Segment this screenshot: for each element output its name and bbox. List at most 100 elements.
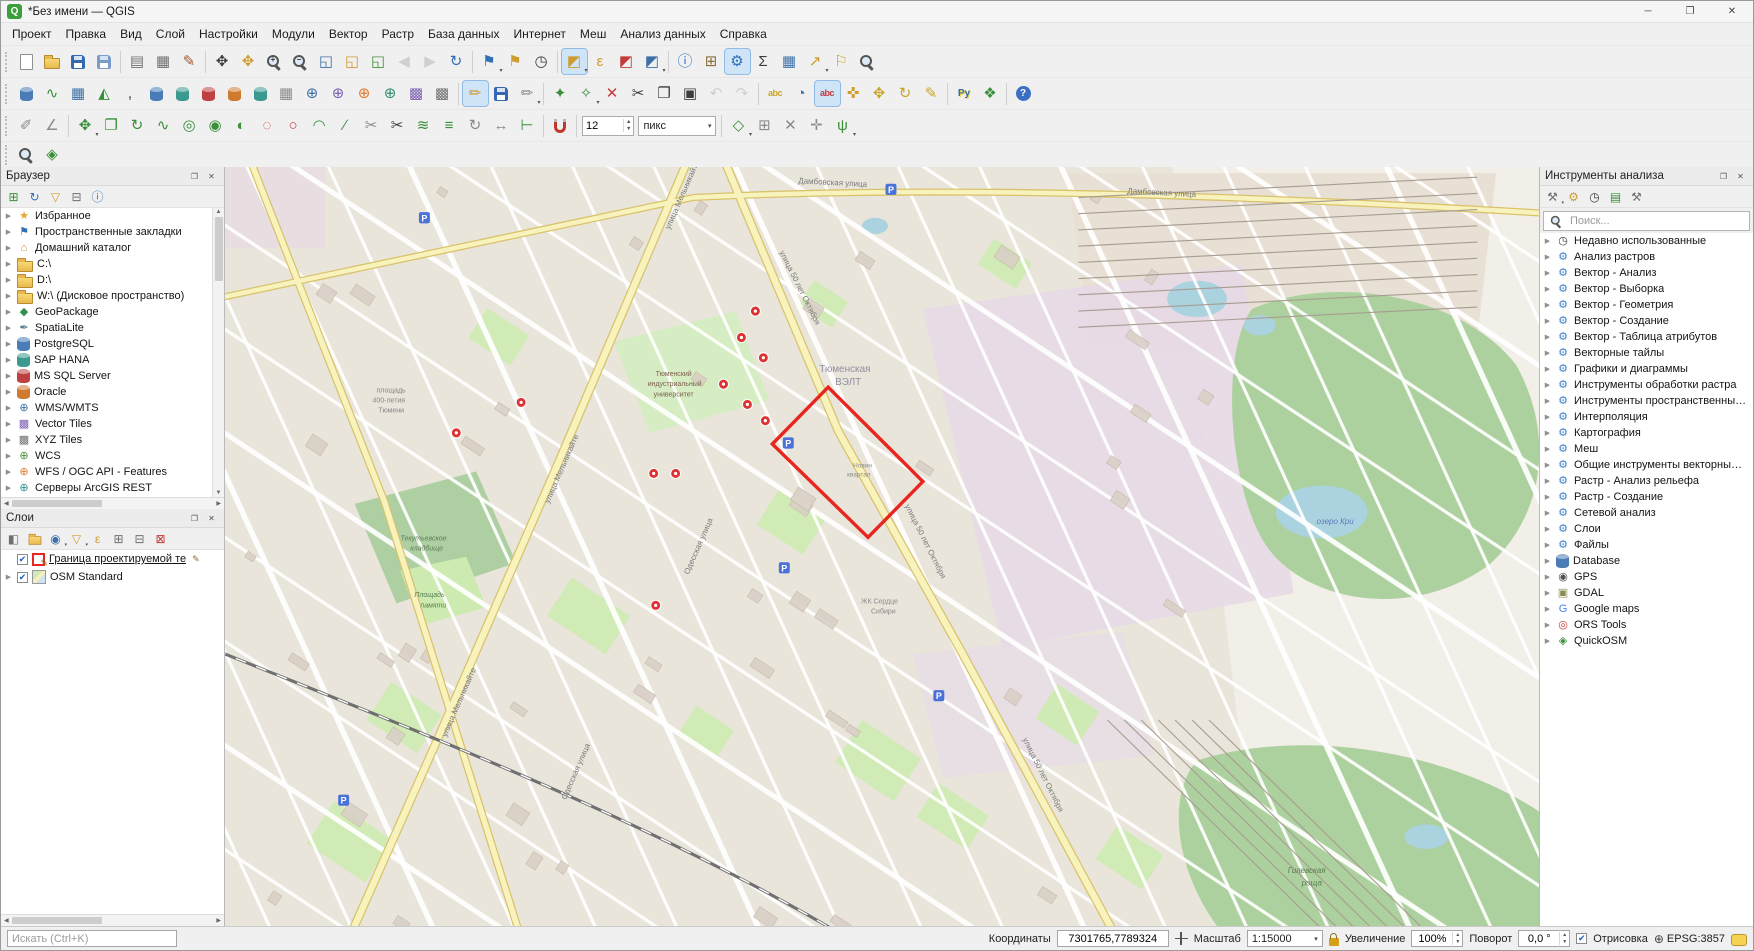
browser-item[interactable]: ▶◆GeoPackage — [1, 304, 212, 320]
processing-group[interactable]: ▶⚙Картография — [1540, 425, 1753, 441]
add-spatialite-layer[interactable] — [170, 81, 195, 106]
processing-options[interactable]: ⚒ — [1627, 187, 1646, 206]
processing-group[interactable]: ▶◉GPS — [1540, 569, 1753, 585]
expander-icon[interactable]: ▶ — [4, 212, 13, 220]
expander-icon[interactable]: ▶ — [1543, 253, 1552, 261]
trim-extend[interactable]: ⊢ — [515, 113, 540, 138]
map-tips[interactable]: ⚐ — [829, 49, 854, 74]
new-print-layout[interactable]: ▤ — [125, 49, 150, 74]
menu-item[interactable]: Анализ данных — [613, 24, 712, 44]
rotate-point-symbols[interactable]: ↻ — [463, 113, 488, 138]
crs-indicator[interactable]: ⊕ EPSG:3857 — [1654, 932, 1725, 946]
field-calculator[interactable]: ⊞ — [699, 49, 724, 74]
expander-icon[interactable]: ▶ — [1543, 445, 1552, 453]
extent-toggle-icon[interactable] — [1175, 932, 1188, 945]
expander-icon[interactable]: ▶ — [1543, 477, 1552, 485]
expander-icon[interactable]: ▶ — [1543, 429, 1552, 437]
add-selected-layers[interactable]: ⊞ — [4, 187, 23, 206]
browser-float-button[interactable]: ❐ — [187, 169, 202, 184]
zoom-to-layer[interactable]: ◱ — [366, 49, 391, 74]
browser-item[interactable]: ▶▩XYZ Tiles — [1, 432, 212, 448]
browser-item[interactable]: ▶▩Vector Tiles — [1, 416, 212, 432]
snapping-tolerance[interactable]: ▲▼ — [582, 116, 634, 136]
undo[interactable]: ↶ — [704, 81, 729, 106]
processing-group[interactable]: ▶◈QuickOSM — [1540, 633, 1753, 649]
processing-history[interactable]: ◷ — [1585, 187, 1604, 206]
expander-icon[interactable]: ▶ — [1543, 301, 1552, 309]
menu-item[interactable]: Проект — [5, 24, 59, 44]
browser-item[interactable]: ▶⌂Домашний каталог — [1, 240, 212, 256]
expander-icon[interactable]: ▶ — [4, 573, 13, 581]
minimize-button[interactable]: ─ — [1627, 1, 1669, 22]
add-xyz-layer[interactable]: ▩ — [430, 81, 455, 106]
processing-group[interactable]: ▶⚙Анализ растров — [1540, 249, 1753, 265]
browser-item[interactable]: ▶⚑Пространственные закладки — [1, 224, 212, 240]
processing-toolbox[interactable]: ⚙ — [725, 49, 750, 74]
vertex-tool[interactable]: ✧▾ — [574, 81, 599, 106]
render-checkbox[interactable]: ✔ — [1576, 933, 1587, 944]
add-feature[interactable]: ✦ — [548, 81, 573, 106]
expander-icon[interactable]: ▶ — [1543, 573, 1552, 581]
processing-group[interactable]: ▶GGoogle maps — [1540, 601, 1753, 617]
toggle-editing[interactable]: ✏ — [463, 81, 488, 106]
add-vector-tile-layer[interactable]: ▩ — [404, 81, 429, 106]
plugin-manager[interactable]: ❖ — [978, 81, 1003, 106]
layers-float-button[interactable]: ❐ — [187, 511, 202, 526]
metasearch[interactable] — [14, 142, 39, 167]
processing-group[interactable]: ▶⚙Слои — [1540, 521, 1753, 537]
add-part[interactable]: ◉ — [203, 113, 228, 138]
results-viewer[interactable]: ▤ — [1606, 187, 1625, 206]
layer-checkbox[interactable]: ✔ — [17, 572, 28, 583]
processing-group[interactable]: ▶▣GDAL — [1540, 585, 1753, 601]
change-label[interactable]: ✎ — [919, 81, 944, 106]
expander-icon[interactable]: ▶ — [1543, 269, 1552, 277]
scale-lock-icon[interactable] — [1329, 938, 1339, 946]
cad-tools[interactable]: ✐ — [14, 113, 39, 138]
move-feature[interactable]: ✥▾ — [73, 113, 98, 138]
save-project[interactable] — [66, 49, 91, 74]
expander-icon[interactable]: ▶ — [1543, 509, 1552, 517]
pan-to-selection[interactable]: ✥ — [236, 49, 261, 74]
expander-icon[interactable]: ▶ — [4, 484, 13, 492]
measure[interactable]: ↗▾ — [803, 49, 828, 74]
expander-icon[interactable]: ▶ — [4, 372, 13, 380]
refresh-map[interactable]: ↻ — [444, 49, 469, 74]
select-by-form[interactable]: ◩▾ — [640, 49, 665, 74]
cut-features[interactable]: ✂ — [626, 81, 651, 106]
select-features[interactable]: ◩▾ — [562, 49, 587, 74]
toolbar-handle[interactable] — [5, 52, 9, 72]
python-console[interactable]: Py — [952, 81, 977, 106]
enable-snapping[interactable] — [548, 113, 573, 138]
filter-legend[interactable]: ▽▾ — [67, 529, 86, 548]
browser-hscrollbar[interactable]: ◀▶ — [1, 497, 224, 509]
expander-icon[interactable]: ▶ — [4, 404, 13, 412]
processing-group[interactable]: ▶⚙Вектор - Геометрия — [1540, 297, 1753, 313]
restore-button[interactable]: ❐ — [1669, 1, 1711, 22]
expander-icon[interactable]: ▶ — [1543, 349, 1552, 357]
processing-group[interactable]: ▶⚙Растр - Анализ рельефа — [1540, 473, 1753, 489]
zoom-to-selection[interactable]: ◱ — [340, 49, 365, 74]
menu-item[interactable]: Настройки — [192, 24, 265, 44]
menu-item[interactable]: Растр — [375, 24, 421, 44]
expander-icon[interactable]: ▶ — [4, 260, 13, 268]
processing-close-button[interactable]: ✕ — [1733, 169, 1748, 184]
menu-item[interactable]: Слой — [149, 24, 192, 44]
add-wfs-layer[interactable]: ⊕ — [352, 81, 377, 106]
merge-features[interactable]: ≋ — [411, 113, 436, 138]
add-delimited-text-layer[interactable]: , — [118, 81, 143, 106]
browser-item[interactable]: ▶D:\ — [1, 272, 212, 288]
add-wms-layer[interactable]: ⊕ — [300, 81, 325, 106]
attribute-table[interactable]: ▦ — [777, 49, 802, 74]
deselect-all[interactable]: ◩ — [614, 49, 639, 74]
expander-icon[interactable]: ▶ — [4, 452, 13, 460]
offset-curve[interactable]: ◠ — [307, 113, 332, 138]
offset-point-symbols[interactable]: ↔ — [489, 113, 514, 138]
processing-float-button[interactable]: ❐ — [1716, 169, 1731, 184]
coordinates-input[interactable] — [1057, 930, 1169, 947]
filter-browser[interactable]: ▽ — [46, 187, 65, 206]
refresh-browser[interactable]: ↻ — [25, 187, 44, 206]
magnifier-spinbox[interactable]: ▲▼ — [1411, 930, 1463, 947]
add-raster-layer[interactable]: ▦ — [66, 81, 91, 106]
browser-properties[interactable]: ⓘ — [88, 187, 107, 206]
filter-by-expression[interactable]: ε — [88, 529, 107, 548]
